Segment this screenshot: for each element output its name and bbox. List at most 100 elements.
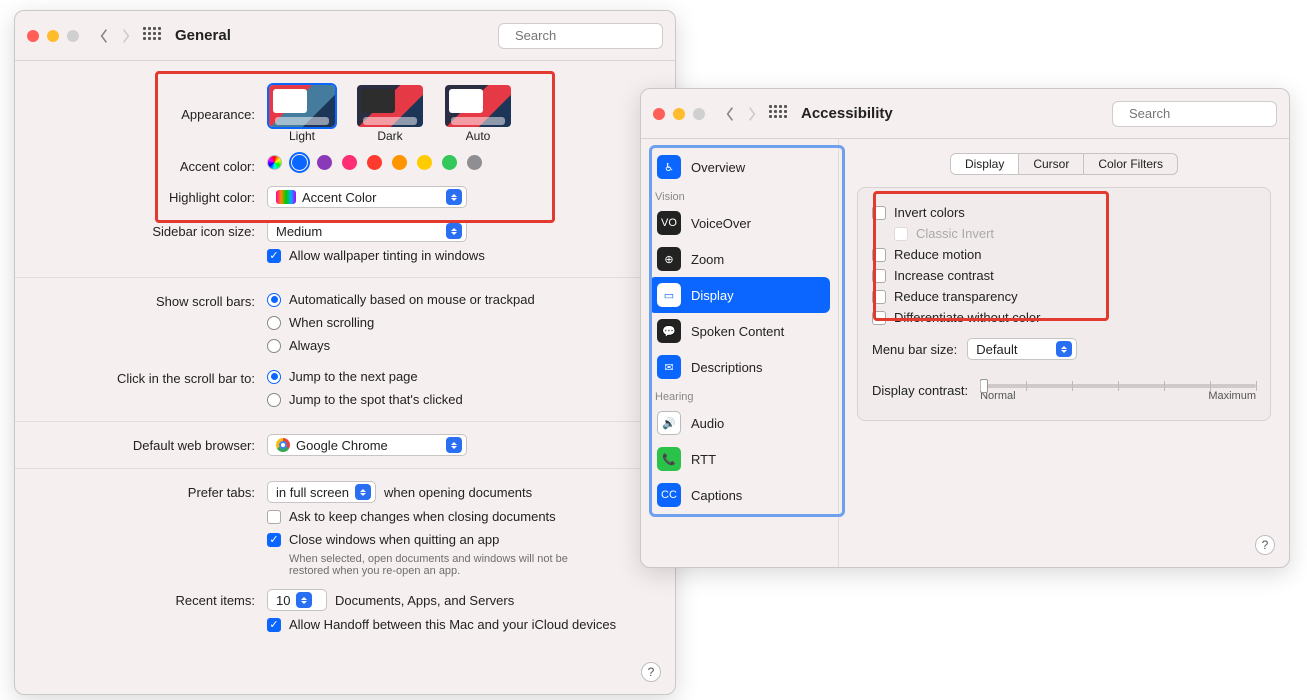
search-input[interactable] [513, 27, 676, 44]
accent-color-option[interactable] [292, 155, 307, 170]
help-button[interactable]: ? [641, 662, 661, 682]
classic-invert-checkbox: Classic Invert [894, 223, 1256, 244]
highlight-swatch-icon [276, 190, 296, 204]
close-icon[interactable] [653, 108, 665, 120]
reduce-motion-checkbox[interactable]: Reduce motion [872, 244, 1256, 265]
sidebar-item-label: Overview [691, 160, 745, 175]
sidebar-item-label: Audio [691, 416, 724, 431]
sidebar-item-spoken[interactable]: 💬 Spoken Content [649, 313, 830, 349]
display-contrast-slider[interactable]: Normal Maximum [980, 378, 1256, 402]
voiceover-icon: VO [657, 211, 681, 235]
sidebar-item-captions[interactable]: CCCaptions [649, 477, 830, 513]
click-scroll-next-page[interactable]: Jump to the next page [267, 367, 655, 386]
ask-keep-changes-checkbox[interactable]: Ask to keep changes when closing documen… [267, 507, 655, 526]
search-field[interactable] [498, 23, 663, 49]
accent-color-option[interactable] [342, 155, 357, 170]
sidebar-item-label: Spoken Content [691, 324, 784, 339]
sidebar-item-display[interactable]: ▭ Display [649, 277, 830, 313]
click-scroll-spot[interactable]: Jump to the spot that's clicked [267, 390, 655, 409]
sidebar-item-overview[interactable]: ♿︎ Overview [649, 149, 830, 185]
accent-color-option[interactable] [392, 155, 407, 170]
close-icon[interactable] [27, 30, 39, 42]
forward-button[interactable] [741, 101, 763, 127]
accent-color-option[interactable] [467, 155, 482, 170]
accent-color-row [267, 155, 655, 170]
highlight-color-select[interactable]: Accent Color [267, 186, 467, 208]
spoken-icon: 💬 [657, 319, 681, 343]
display-contrast-label: Display contrast: [872, 383, 968, 398]
menubar-size-label: Menu bar size: [872, 342, 957, 357]
descriptions-icon: ✉︎ [657, 355, 681, 379]
appearance-option-light[interactable]: Light [267, 83, 337, 143]
appearance-label: Appearance: [35, 77, 267, 122]
audio-icon: 🔊 [657, 411, 681, 435]
invert-colors-checkbox[interactable]: Invert colors [872, 202, 1256, 223]
captions-icon: CC [657, 483, 681, 507]
sidebar-item-label: Zoom [691, 252, 724, 267]
tab-color-filters[interactable]: Color Filters [1084, 154, 1177, 174]
chrome-icon [276, 438, 290, 452]
scrollbars-label: Show scroll bars: [35, 290, 267, 309]
general-preferences-window: General Appearance: Light Dark [14, 10, 676, 695]
increase-contrast-checkbox[interactable]: Increase contrast [872, 265, 1256, 286]
appearance-option-auto[interactable]: Auto [443, 83, 513, 143]
sidebar-item-rtt[interactable]: 📞 RTT [649, 441, 830, 477]
minimize-icon[interactable] [673, 108, 685, 120]
zoom-icon: ⊕ [657, 247, 681, 271]
display-icon: ▭ [657, 283, 681, 307]
window-title: General [175, 27, 231, 44]
sidebar-item-audio[interactable]: 🔊 Audio [649, 405, 830, 441]
recent-items-select[interactable]: 10 [267, 589, 327, 611]
rtt-icon: 📞 [657, 447, 681, 471]
back-button[interactable] [93, 23, 115, 49]
accent-color-option[interactable] [267, 155, 282, 170]
show-all-icon[interactable] [143, 27, 161, 45]
diff-without-color-checkbox[interactable]: Differentiate without color [872, 307, 1256, 328]
show-all-icon[interactable] [769, 105, 787, 123]
allow-wallpaper-tint-checkbox[interactable]: Allow wallpaper tinting in windows [267, 246, 655, 265]
sidebar-item-label: VoiceOver [691, 216, 751, 231]
reduce-transparency-checkbox[interactable]: Reduce transparency [872, 286, 1256, 307]
menubar-size-select[interactable]: Default [967, 338, 1077, 360]
minimize-icon[interactable] [47, 30, 59, 42]
default-browser-select[interactable]: Google Chrome [267, 434, 467, 456]
highlight-label: Highlight color: [35, 186, 267, 205]
sidebar-size-label: Sidebar icon size: [35, 220, 267, 239]
tab-display[interactable]: Display [951, 154, 1019, 174]
scrollbars-option-always[interactable]: Always [267, 336, 655, 355]
search-field[interactable] [1112, 101, 1277, 127]
prefer-tabs-label: Prefer tabs: [35, 481, 267, 500]
sidebar-item-label: RTT [691, 452, 716, 467]
window-title: Accessibility [801, 105, 893, 122]
forward-button[interactable] [115, 23, 137, 49]
sidebar-item-voiceover[interactable]: VO VoiceOver [649, 205, 830, 241]
prefer-tabs-select[interactable]: in full screen [267, 481, 376, 503]
titlebar: General [15, 11, 675, 61]
sidebar-item-descriptions[interactable]: ✉︎Descriptions [649, 349, 830, 385]
overview-icon: ♿︎ [657, 155, 681, 179]
back-button[interactable] [719, 101, 741, 127]
close-windows-hint: When selected, open documents and window… [289, 553, 609, 577]
close-windows-quit-checkbox[interactable]: Close windows when quitting an app [267, 530, 655, 549]
tab-cursor[interactable]: Cursor [1019, 154, 1084, 174]
recent-items-label: Recent items: [35, 589, 267, 608]
allow-handoff-checkbox[interactable]: Allow Handoff between this Mac and your … [267, 615, 655, 634]
display-panel: Invert colors Classic Invert Reduce moti… [857, 187, 1271, 421]
accessibility-sidebar: ♿︎OverviewVisionVOVoiceOver⊕Zoom▭Display… [641, 139, 839, 567]
accent-color-option[interactable] [317, 155, 332, 170]
search-input[interactable] [1127, 105, 1290, 122]
click-scroll-label: Click in the scroll bar to: [35, 367, 267, 386]
zoom-icon [67, 30, 79, 42]
sidebar-item-zoom[interactable]: ⊕ Zoom [649, 241, 830, 277]
accent-color-option[interactable] [367, 155, 382, 170]
accent-color-option[interactable] [417, 155, 432, 170]
zoom-icon [693, 108, 705, 120]
help-button[interactable]: ? [1255, 535, 1275, 555]
scrollbars-option-scrolling[interactable]: When scrolling [267, 313, 655, 332]
accent-color-option[interactable] [442, 155, 457, 170]
scrollbars-option-auto[interactable]: Automatically based on mouse or trackpad [267, 290, 655, 309]
sidebar-item-label: Display [691, 288, 734, 303]
accent-label: Accent color: [35, 155, 267, 174]
sidebar-size-select[interactable]: Medium [267, 220, 467, 242]
appearance-option-dark[interactable]: Dark [355, 83, 425, 143]
